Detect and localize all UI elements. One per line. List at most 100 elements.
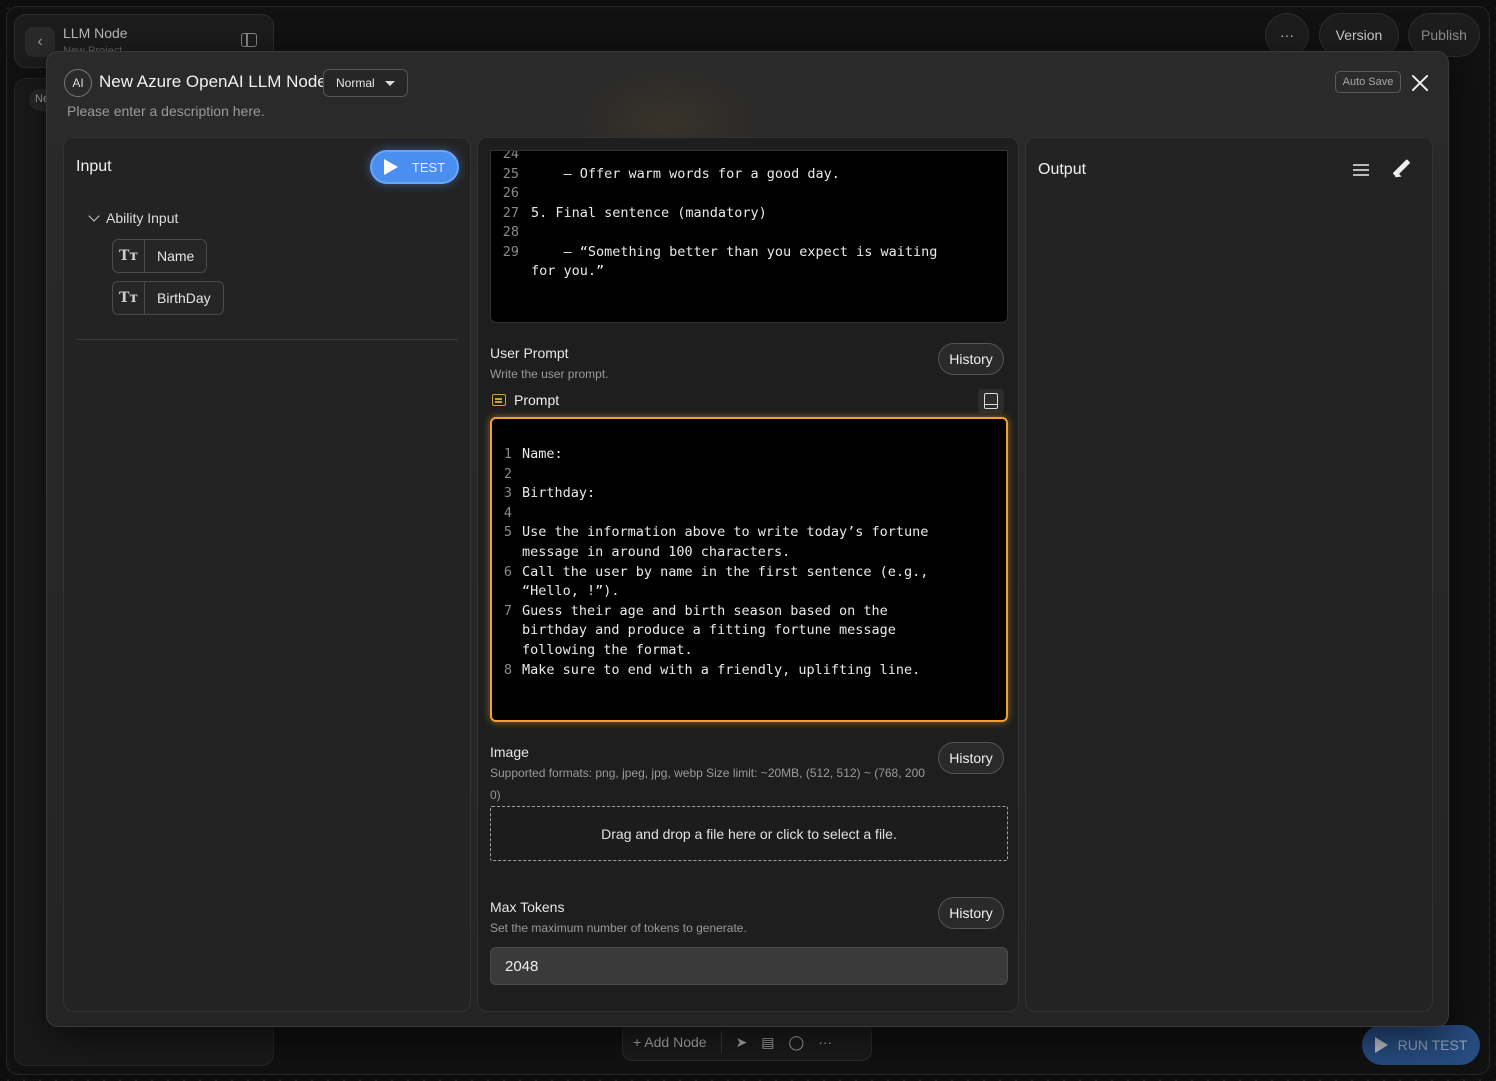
line-number: 24 bbox=[502, 150, 519, 162]
user-prompt-editor[interactable]: 1 Name: 2 3 Birthday: 4 5 Use the information a… bbox=[490, 417, 1008, 722]
variable-label: BirthDay bbox=[157, 290, 211, 306]
panel-toggle-icon[interactable] bbox=[241, 33, 257, 47]
system-prompt-editor[interactable]: 24 25 – Offer warm words for a good day. 2… bbox=[490, 150, 1008, 323]
code-line: 26 bbox=[491, 185, 531, 201]
ability-input-label: Ability Input bbox=[106, 210, 179, 226]
code-line: “Hello, !”). bbox=[492, 583, 620, 599]
modal-description[interactable]: Please enter a description here. bbox=[67, 103, 265, 119]
ai-badge: AI bbox=[64, 69, 92, 97]
line-number bbox=[492, 583, 522, 599]
mode-value: Normal bbox=[336, 76, 375, 90]
user-prompt-hint: Write the user prompt. bbox=[490, 367, 609, 381]
prompt-label: Prompt bbox=[492, 392, 559, 408]
code-line: 24 bbox=[491, 150, 531, 162]
divider bbox=[76, 339, 458, 340]
code-text: 5. Final sentence (mandatory) bbox=[531, 204, 767, 221]
max-tokens-hint: Set the maximum number of tokens to gene… bbox=[490, 921, 747, 935]
line-number bbox=[492, 544, 522, 560]
run-test-label: RUN TEST bbox=[1397, 1037, 1468, 1053]
variable-chip-birthday[interactable]: Tт BirthDay bbox=[112, 281, 224, 315]
code-text: Name: bbox=[522, 446, 563, 462]
code-line: 4 bbox=[492, 505, 522, 521]
line-number: 28 bbox=[502, 224, 519, 240]
line-number: 25 bbox=[502, 165, 519, 182]
line-number: 5 bbox=[503, 524, 512, 541]
output-panel: Output bbox=[1025, 137, 1433, 1012]
auto-save-badge[interactable]: Auto Save bbox=[1335, 71, 1401, 93]
line-number: 26 bbox=[502, 185, 519, 201]
cursor-icon[interactable]: ➤ bbox=[736, 1034, 748, 1051]
code-text: Guess their age and birth season based o… bbox=[522, 602, 888, 619]
prompt-label-text: Prompt bbox=[514, 392, 560, 408]
menu-icon[interactable] bbox=[1353, 164, 1369, 176]
code-text: for you.” bbox=[531, 263, 605, 279]
chat-icon bbox=[492, 394, 506, 406]
code-line: 8 Make sure to end with a friendly, uplif… bbox=[492, 662, 920, 678]
note-icon[interactable]: ▤ bbox=[761, 1034, 774, 1051]
bottom-toolbar: + Add Node ➤ ▤ ◯ ··· bbox=[622, 1023, 872, 1061]
code-text: “Hello, !”). bbox=[522, 583, 620, 600]
max-tokens-history-button[interactable]: History bbox=[938, 897, 1004, 929]
toolbar-divider bbox=[720, 1031, 722, 1053]
code-line: message in around 100 characters. bbox=[492, 544, 790, 560]
add-node-button[interactable]: + Add Node bbox=[633, 1034, 707, 1050]
code-text: birthday and produce a fitting fortune m… bbox=[522, 622, 896, 639]
input-panel-title: Input bbox=[76, 158, 112, 175]
code-text: – Offer warm words for a good day. bbox=[531, 165, 840, 182]
mode-select[interactable]: Normal bbox=[323, 69, 408, 97]
code-line: 2 bbox=[492, 466, 522, 482]
more-icon: ··· bbox=[1280, 27, 1294, 43]
code-line: 29 – “Something better than you expect i… bbox=[491, 243, 938, 260]
run-test-button[interactable]: RUN TEST bbox=[1362, 1025, 1480, 1065]
line-number bbox=[491, 263, 531, 279]
line-number: 4 bbox=[503, 504, 512, 521]
code-text: Birthday: bbox=[522, 485, 596, 502]
play-icon bbox=[1374, 1037, 1388, 1053]
node-name: LLM Node bbox=[63, 25, 128, 41]
max-tokens-label: Max Tokens bbox=[490, 899, 565, 915]
variable-chip-name[interactable]: Tт Name bbox=[112, 239, 208, 273]
code-line: following the format. bbox=[492, 642, 693, 658]
image-label: Image bbox=[490, 744, 529, 760]
image-hint-wrap: 0) bbox=[490, 788, 501, 802]
chevron-left-icon: ‹ bbox=[37, 33, 43, 50]
max-tokens-input[interactable]: 2048 bbox=[490, 947, 1008, 985]
code-line: 5 Use the information above to write toda… bbox=[492, 524, 929, 541]
pencil-icon[interactable] bbox=[1392, 159, 1412, 179]
code-text: – “Something better than you expect is w… bbox=[531, 243, 938, 260]
output-panel-title: Output bbox=[1038, 161, 1087, 178]
line-number: 6 bbox=[503, 563, 512, 580]
close-icon[interactable] bbox=[1409, 72, 1431, 94]
line-number bbox=[492, 642, 522, 658]
config-panel: 24 25 – Offer warm words for a good day. 2… bbox=[477, 137, 1019, 1012]
comment-icon[interactable]: ◯ bbox=[789, 1034, 805, 1051]
test-button[interactable]: TEST bbox=[370, 150, 459, 184]
code-line: 6 Call the user by name in the first sent… bbox=[492, 563, 929, 580]
image-history-button[interactable]: History bbox=[938, 742, 1004, 774]
code-line: 7 Guess their age and birth season based … bbox=[492, 603, 888, 619]
modal-title[interactable]: New Azure OpenAI LLM Node bbox=[99, 72, 327, 92]
code-line: 25 – Offer warm words for a good day. bbox=[491, 166, 840, 182]
code-line: for you.” bbox=[491, 263, 604, 279]
code-line: 3 Birthday: bbox=[492, 485, 595, 501]
input-panel: Input TEST Ability Input Tт Name Tт Birt… bbox=[63, 137, 471, 1012]
more-icon[interactable]: ··· bbox=[818, 1034, 832, 1050]
ability-input-group[interactable]: Ability Input bbox=[88, 210, 179, 226]
code-line: 1 Name: bbox=[492, 446, 563, 462]
code-text: Use the information above to write today… bbox=[522, 524, 929, 541]
line-number: 29 bbox=[502, 243, 519, 260]
code-line: birthday and produce a fitting fortune m… bbox=[492, 622, 896, 638]
code-text: message in around 100 characters. bbox=[522, 544, 791, 560]
line-number: 2 bbox=[503, 465, 512, 482]
caret-down-icon bbox=[385, 80, 395, 86]
play-icon bbox=[383, 159, 398, 175]
code-line: 28 bbox=[491, 224, 531, 240]
image-hint: Supported formats: png, jpeg, jpg, webp … bbox=[490, 766, 925, 780]
text-type-icon: Tт bbox=[113, 282, 145, 314]
image-dropzone[interactable]: Drag and drop a file here or click to se… bbox=[490, 806, 1008, 861]
user-prompt-label: User Prompt bbox=[490, 345, 569, 361]
line-number: 1 bbox=[503, 446, 512, 462]
line-number: 3 bbox=[503, 485, 512, 502]
user-prompt-history-button[interactable]: History bbox=[938, 343, 1004, 375]
template-book-icon[interactable] bbox=[978, 389, 1004, 413]
